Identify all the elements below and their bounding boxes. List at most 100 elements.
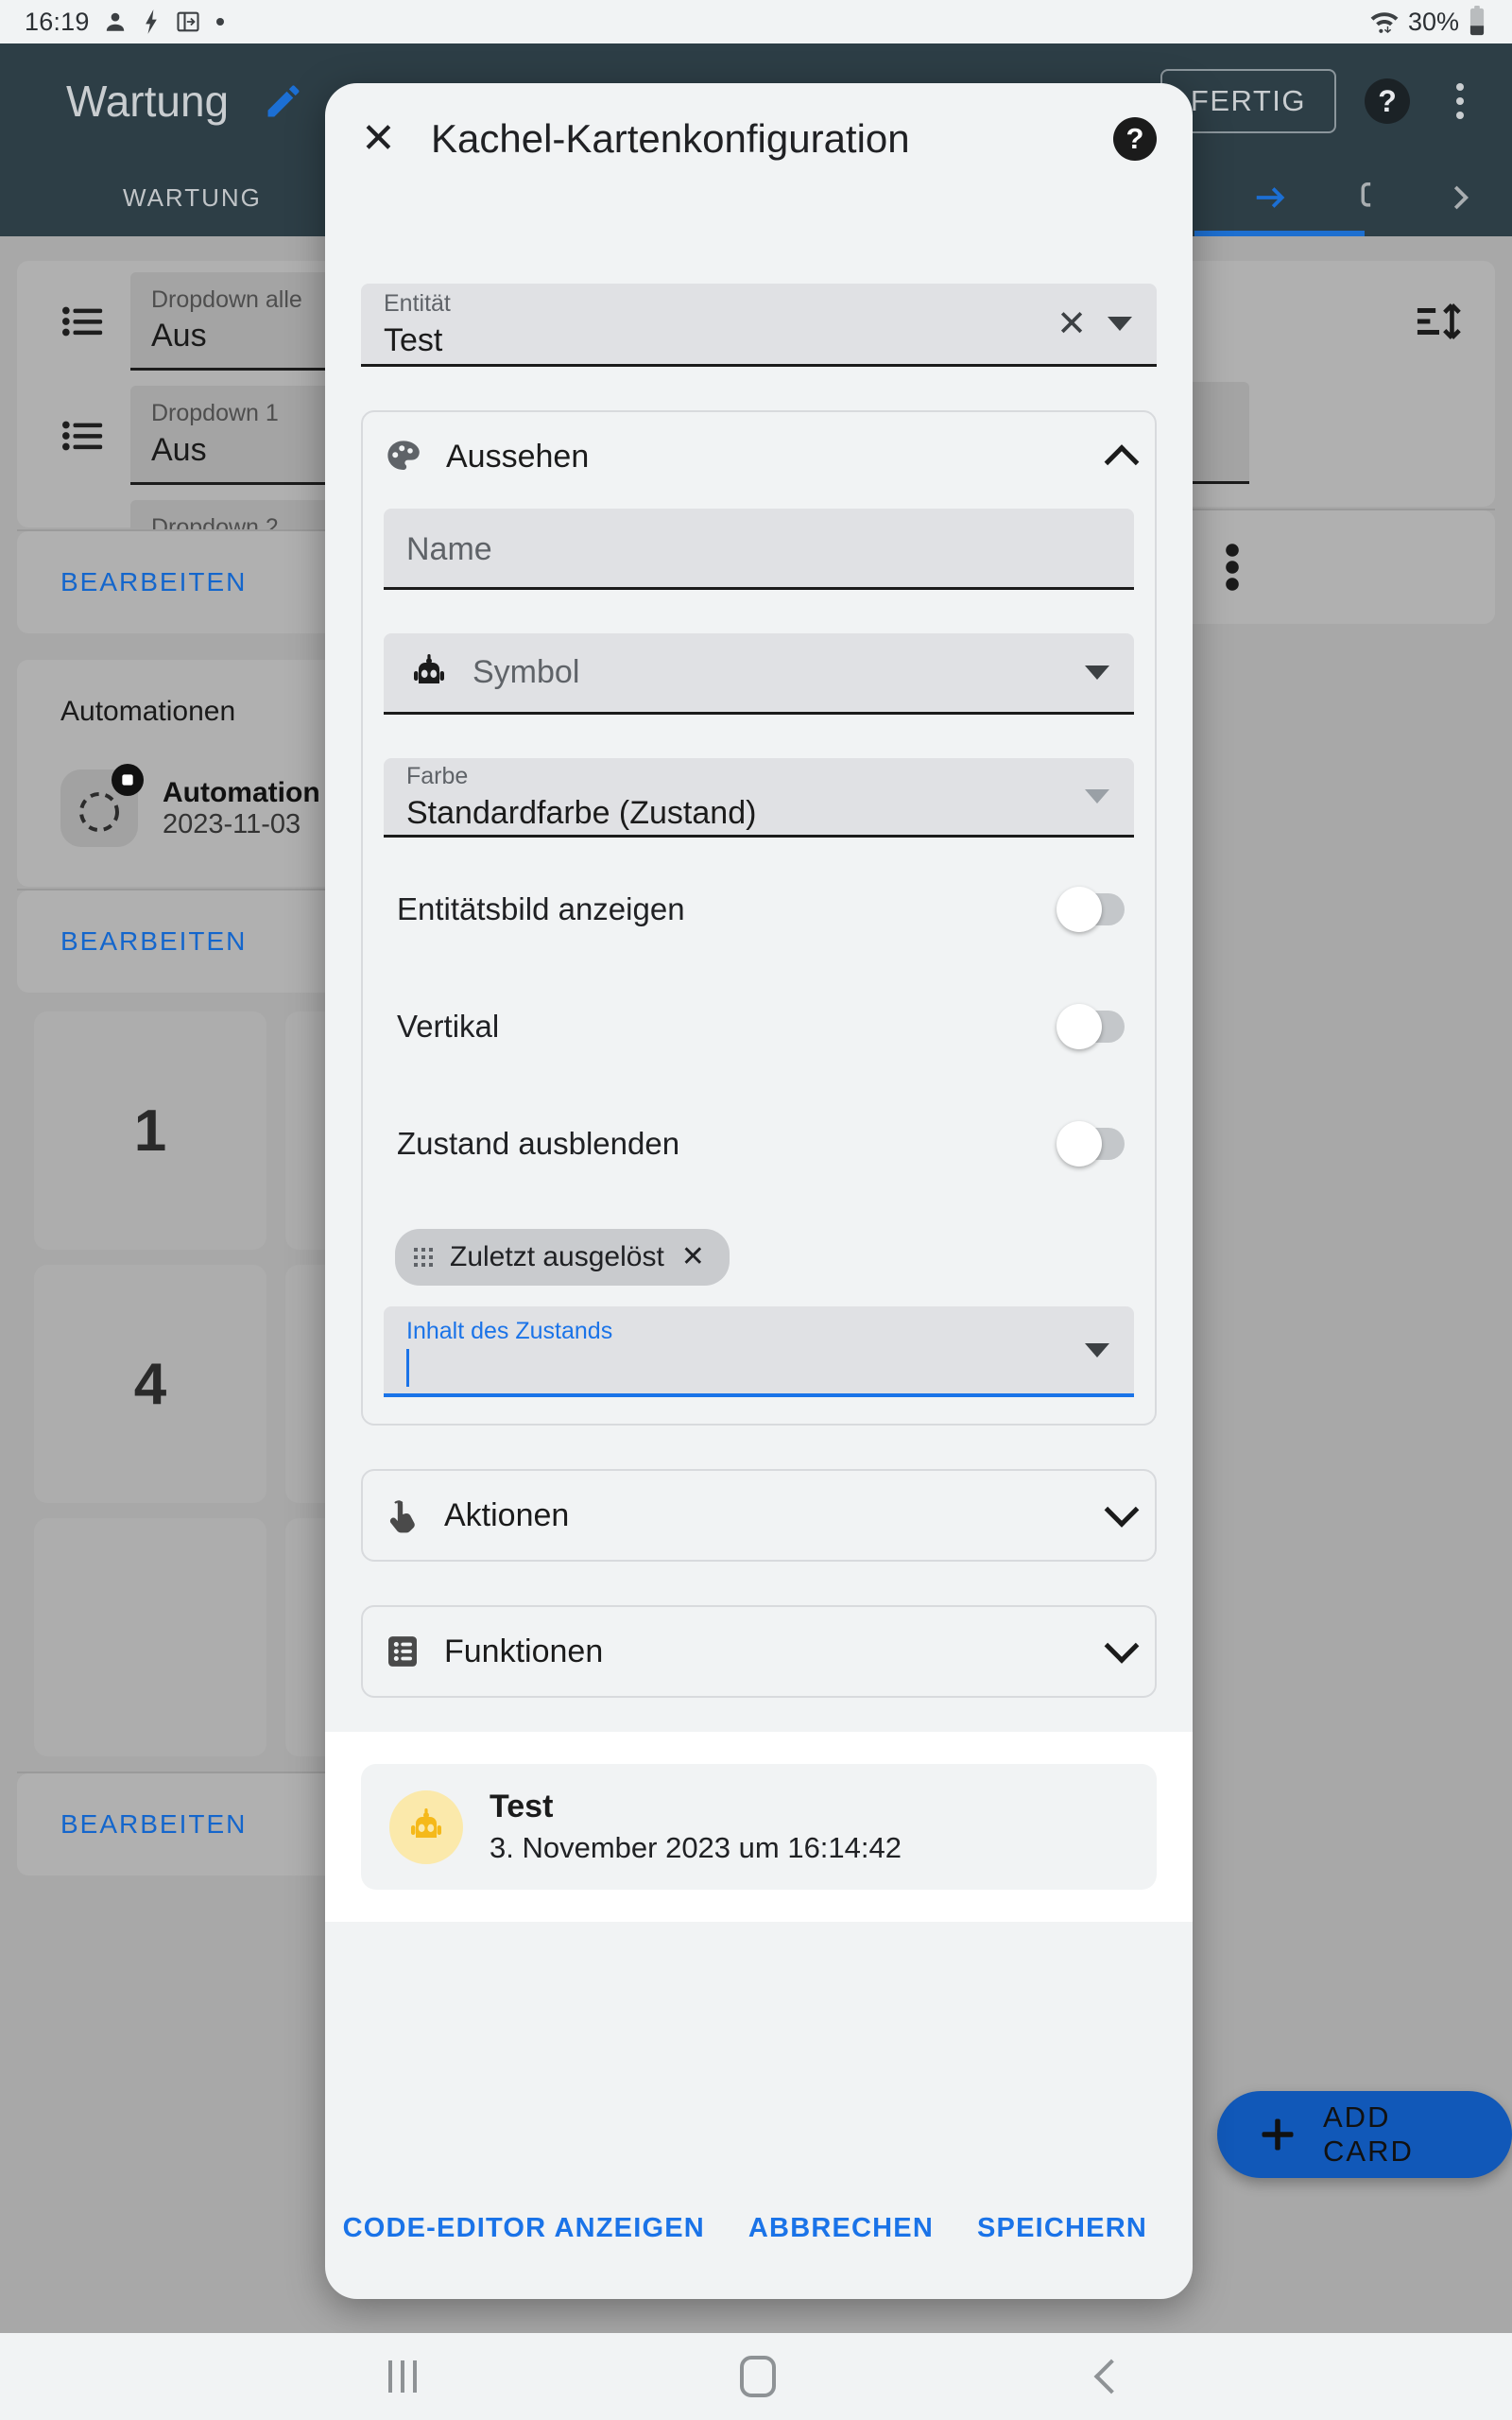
actions-panel[interactable]: Aktionen xyxy=(361,1469,1157,1562)
list-item-label: Dropdown 1 xyxy=(151,400,279,427)
kebab-menu-icon[interactable] xyxy=(1223,543,1242,592)
chevron-up-icon[interactable] xyxy=(1104,444,1140,480)
close-icon[interactable]: ✕ xyxy=(681,1243,705,1271)
toggle-entity-picture[interactable]: Entitätsbild anzeigen xyxy=(384,864,1134,955)
chevron-down-icon[interactable] xyxy=(1085,789,1109,804)
help-icon[interactable]: ? xyxy=(1113,117,1157,161)
appearance-panel-header[interactable]: Aussehen xyxy=(384,412,1140,501)
automations-card-footer: BEARBEITEN xyxy=(17,890,357,993)
show-code-editor-button[interactable]: CODE-EDITOR ANZEIGEN xyxy=(343,2213,705,2244)
color-label: Farbe xyxy=(406,762,469,789)
list-item-label: Dropdown alle xyxy=(151,286,302,313)
sort-icon[interactable] xyxy=(1416,301,1463,342)
symbol-field[interactable]: Symbol xyxy=(384,633,1134,715)
chevron-down-icon[interactable] xyxy=(1108,317,1132,331)
name-field-stack: Name xyxy=(384,514,1134,581)
list-item-value: Aus xyxy=(151,431,207,468)
arrow-right-icon[interactable] xyxy=(1251,180,1289,216)
tile-4[interactable]: 4 xyxy=(34,1265,266,1503)
chip-label: Zuletzt ausgelöst xyxy=(450,1241,664,1272)
features-panel-header[interactable]: Funktionen xyxy=(384,1607,1140,1696)
list-item[interactable]: Dropdown alle Aus xyxy=(17,261,357,372)
cursor-icon[interactable] xyxy=(1355,180,1380,216)
edit-button[interactable]: BEARBEITEN xyxy=(60,567,247,597)
preview-card[interactable]: Test 3. November 2023 um 16:14:42 xyxy=(361,1764,1157,1890)
tab-wartung[interactable]: WARTUNG xyxy=(123,183,262,213)
plus-icon xyxy=(1257,2114,1298,2155)
color-field-actions xyxy=(1085,789,1134,804)
state-content-actions xyxy=(1085,1342,1134,1357)
automation-icon xyxy=(60,764,144,847)
toggle-switch[interactable] xyxy=(1057,1004,1125,1049)
save-button[interactable]: SPEICHERN xyxy=(977,2213,1147,2244)
features-panel[interactable]: Funktionen xyxy=(361,1605,1157,1698)
symbol-placeholder: Symbol xyxy=(472,654,580,690)
chevron-down-icon[interactable] xyxy=(1085,1342,1109,1357)
dialog-header: ✕ Kachel-Kartenkonfiguration ? xyxy=(325,83,1193,195)
color-field[interactable]: Farbe Standardfarbe (Zustand) xyxy=(384,758,1134,838)
tile-placeholder[interactable] xyxy=(34,1518,266,1756)
toggle-label: Vertikal xyxy=(397,1009,500,1044)
tile-1[interactable]: 1 xyxy=(34,1011,266,1250)
entity-value: Test xyxy=(384,321,443,358)
toggle-vertical[interactable]: Vertikal xyxy=(384,981,1134,1072)
actions-panel-header[interactable]: Aktionen xyxy=(384,1471,1140,1560)
kebab-menu-icon[interactable] xyxy=(1436,83,1484,119)
list-item-value: Aus xyxy=(151,318,207,354)
add-card-button[interactable]: ADD CARD xyxy=(1217,2091,1512,2178)
robot-icon xyxy=(406,650,452,696)
edit-button[interactable]: BEARBEITEN xyxy=(60,1809,247,1840)
pencil-icon[interactable] xyxy=(263,80,304,122)
battery-percent: 30% xyxy=(1407,7,1459,36)
help-icon[interactable]: ? xyxy=(1365,78,1410,124)
toggle-hide-state[interactable]: Zustand ausblenden xyxy=(384,1098,1134,1189)
name-placeholder: Name xyxy=(406,531,492,567)
dialog-title: Kachel-Kartenkonfiguration xyxy=(431,116,910,161)
state-content-chip[interactable]: Zuletzt ausgelöst ✕ xyxy=(395,1229,730,1286)
back-icon[interactable] xyxy=(1093,2359,1129,2394)
dialog-body: Entität Test ✕ Aussehen Name Symbol Farb… xyxy=(325,195,1193,2176)
color-value: Standardfarbe (Zustand) xyxy=(406,794,757,831)
tab-icon-group xyxy=(1149,180,1512,216)
dropdowns-card-footer: BEARBEITEN xyxy=(17,531,357,633)
color-field-stack: Farbe Standardfarbe (Zustand) xyxy=(384,745,1085,849)
state-content-field[interactable]: Inhalt des Zustands xyxy=(384,1306,1134,1397)
feature-list-icon xyxy=(384,1633,421,1670)
home-icon[interactable] xyxy=(740,2356,776,2397)
clear-x-icon[interactable]: ✕ xyxy=(1057,306,1087,342)
chevron-down-icon[interactable] xyxy=(1104,1628,1140,1664)
list-icon xyxy=(62,304,106,338)
state-content-label: Inhalt des Zustands xyxy=(406,1317,613,1344)
preview-text: Test 3. November 2023 um 16:14:42 xyxy=(490,1789,902,1865)
tile-number: 1 xyxy=(133,1098,167,1164)
entity-field[interactable]: Entität Test ✕ xyxy=(361,284,1157,367)
recents-icon[interactable] xyxy=(388,2360,417,2393)
page-title: Wartung xyxy=(66,77,230,126)
system-nav-bar xyxy=(0,2333,1512,2420)
entity-field-stack: Entität Test xyxy=(361,272,1057,376)
drag-handle-icon[interactable] xyxy=(414,1248,433,1267)
chip-row: Zuletzt ausgelöst ✕ xyxy=(384,1229,1134,1286)
automation-row[interactable]: Automation 2023-11-03 xyxy=(60,764,357,847)
features-title: Funktionen xyxy=(444,1633,604,1669)
add-card-label: ADD CARD xyxy=(1323,2100,1414,2168)
toggle-label: Entitätsbild anzeigen xyxy=(397,891,685,926)
entity-field-actions: ✕ xyxy=(1057,306,1157,342)
status-bar-right: 30% xyxy=(1368,6,1487,38)
cancel-button[interactable]: ABBRECHEN xyxy=(748,2213,934,2244)
edit-button[interactable]: BEARBEITEN xyxy=(60,926,247,957)
close-icon[interactable]: ✕ xyxy=(361,118,410,160)
text-cursor xyxy=(406,1348,409,1387)
toggle-switch[interactable] xyxy=(1057,1121,1125,1167)
name-field[interactable]: Name xyxy=(384,509,1134,590)
automation-date: 2023-11-03 xyxy=(163,808,301,839)
tile-number: 4 xyxy=(133,1351,167,1417)
toggle-switch[interactable] xyxy=(1057,887,1125,932)
person-icon xyxy=(103,9,128,34)
chevron-right-icon[interactable] xyxy=(1446,180,1474,216)
chevron-down-icon[interactable] xyxy=(1104,1492,1140,1528)
entity-label: Entität xyxy=(384,289,451,317)
list-icon xyxy=(62,419,106,453)
chevron-down-icon[interactable] xyxy=(1085,666,1109,680)
list-item[interactable]: Dropdown 1 Aus xyxy=(17,371,357,485)
